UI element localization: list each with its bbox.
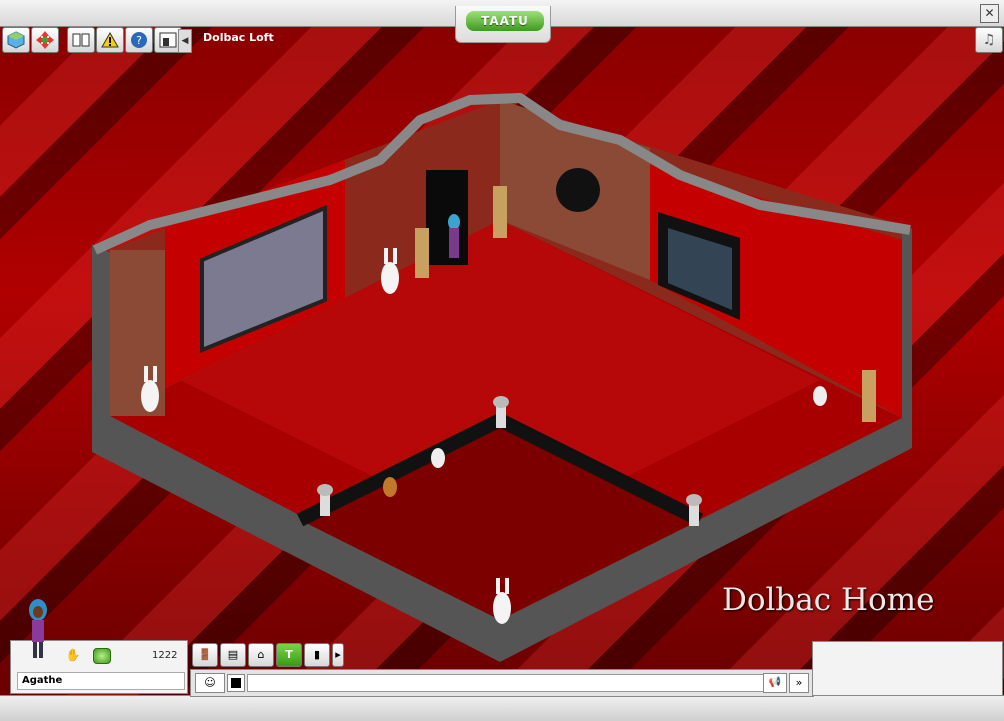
send-button[interactable]: » xyxy=(789,673,809,693)
report-button[interactable] xyxy=(96,27,124,53)
room-label: Dolbac Home xyxy=(722,582,935,618)
book-icon xyxy=(72,33,90,47)
player-avatar xyxy=(448,214,460,258)
jar-button[interactable]: ▮ xyxy=(304,643,330,667)
status-strip xyxy=(0,695,1004,721)
user-avatar[interactable] xyxy=(24,598,52,662)
brand-logo-tab: TAATU xyxy=(455,6,551,43)
guitar xyxy=(431,448,445,468)
help-icon: ? xyxy=(131,32,147,48)
shout-button[interactable]: 📢 xyxy=(763,673,787,693)
globe-icon xyxy=(7,31,25,49)
door-button[interactable]: 🚪 xyxy=(192,643,218,667)
move-button[interactable] xyxy=(31,27,59,53)
brand-logo: TAATU xyxy=(466,11,544,31)
tabs-expand-arrow[interactable]: ▸ xyxy=(332,643,344,667)
doorway xyxy=(426,170,468,265)
color-picker[interactable] xyxy=(227,674,245,692)
svg-text:?: ? xyxy=(136,34,142,47)
room-name: Dolbac Loft xyxy=(203,31,274,44)
side-panel xyxy=(812,641,1003,696)
catalog-button[interactable] xyxy=(67,27,95,53)
warning-icon xyxy=(101,32,119,48)
coin-balance: 1222 xyxy=(152,650,178,661)
guitar xyxy=(383,477,397,497)
speaker-pillar xyxy=(493,186,507,238)
toolbar-collapse-arrow[interactable]: ◀ xyxy=(178,29,192,53)
guitar xyxy=(813,386,827,406)
jar-icon: ▮ xyxy=(313,648,321,661)
speaker-pillar xyxy=(862,370,876,422)
id-card-icon: ▤ xyxy=(227,648,239,661)
trade-button[interactable]: T xyxy=(276,643,302,667)
door-icon: 🚪 xyxy=(198,648,212,661)
emote-button[interactable]: ☺ xyxy=(195,673,225,693)
hand-icon[interactable]: ✋ xyxy=(65,648,81,662)
chat-input[interactable] xyxy=(247,674,765,692)
id-card-button[interactable]: ▤ xyxy=(220,643,246,667)
speaker-pillar xyxy=(415,228,429,278)
username: Agathe xyxy=(17,672,185,690)
trade-icon: T xyxy=(285,648,293,661)
megaphone-icon: 📢 xyxy=(768,677,782,688)
wave-icon: ☺ xyxy=(204,676,216,689)
chat-bar: ☺ 📢 » xyxy=(190,669,814,697)
home-icon: ⌂ xyxy=(257,648,265,661)
color-swatch xyxy=(231,678,241,688)
room-settings-icon xyxy=(159,32,177,48)
home-button[interactable]: ⌂ xyxy=(248,643,274,667)
close-button[interactable]: ✕ xyxy=(980,4,999,23)
move-arrows-icon xyxy=(36,31,54,49)
coin-icon xyxy=(93,648,111,664)
help-button[interactable]: ? xyxy=(125,27,153,53)
music-button[interactable]: ♫ xyxy=(975,27,1003,53)
wall-clock xyxy=(556,168,600,212)
navigator-button[interactable] xyxy=(2,27,30,53)
